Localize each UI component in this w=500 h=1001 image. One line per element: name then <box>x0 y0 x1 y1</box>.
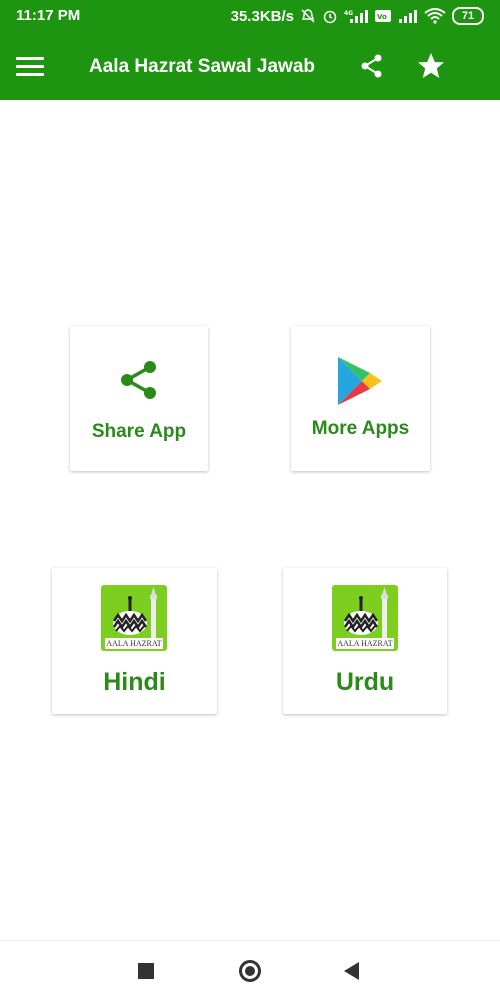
logo-text: AALA HAZRAT <box>105 638 163 649</box>
svg-text:4G: 4G <box>344 10 353 17</box>
system-nav-bar <box>0 940 500 1001</box>
circle-icon[interactable] <box>239 960 261 982</box>
back-triangle-icon[interactable] <box>344 962 359 980</box>
app-bar: Aala Hazrat Sawal Jawab <box>0 40 500 94</box>
share-icon[interactable] <box>358 52 386 80</box>
status-time: 11:17 PM <box>16 7 81 24</box>
star-icon[interactable] <box>415 50 447 82</box>
logo-text: AALA HAZRAT <box>336 638 394 649</box>
volte-icon: Vo <box>375 10 391 22</box>
signal-4g-icon: 4G <box>344 10 368 23</box>
mute-icon <box>301 9 315 23</box>
square-icon[interactable] <box>138 963 154 979</box>
urdu-card[interactable]: AALA HAZRAT Urdu <box>283 568 447 714</box>
network-speed: 35.3KB/s <box>230 7 294 25</box>
play-store-icon <box>338 357 382 405</box>
top-bar: 11:17 PM 35.3KB/s 4G Vo 71 Aala Hazrat S… <box>0 0 500 100</box>
share-app-card[interactable]: Share App <box>70 326 208 471</box>
more-apps-card[interactable]: More Apps <box>291 326 430 471</box>
urdu-label: Urdu <box>335 668 395 696</box>
share-icon <box>121 361 156 399</box>
svg-text:Vo: Vo <box>377 13 387 21</box>
status-icons: 35.3KB/s 4G Vo 71 <box>231 7 484 25</box>
more-apps-label: More Apps <box>311 418 410 439</box>
signal-icon <box>399 10 417 23</box>
share-app-label: Share App <box>91 421 187 442</box>
hindi-card[interactable]: AALA HAZRAT Hindi <box>52 568 217 714</box>
alarm-icon <box>323 10 337 24</box>
battery-indicator: 71 <box>452 7 484 25</box>
wifi-icon <box>424 8 446 24</box>
aala-hazrat-logo: AALA HAZRAT <box>332 585 398 651</box>
aala-hazrat-logo: AALA HAZRAT <box>101 585 167 651</box>
menu-icon[interactable] <box>16 54 44 78</box>
hindi-label: Hindi <box>103 668 166 696</box>
status-bar: 11:17 PM 35.3KB/s 4G Vo 71 <box>0 0 500 32</box>
app-title: Aala Hazrat Sawal Jawab <box>89 56 315 77</box>
